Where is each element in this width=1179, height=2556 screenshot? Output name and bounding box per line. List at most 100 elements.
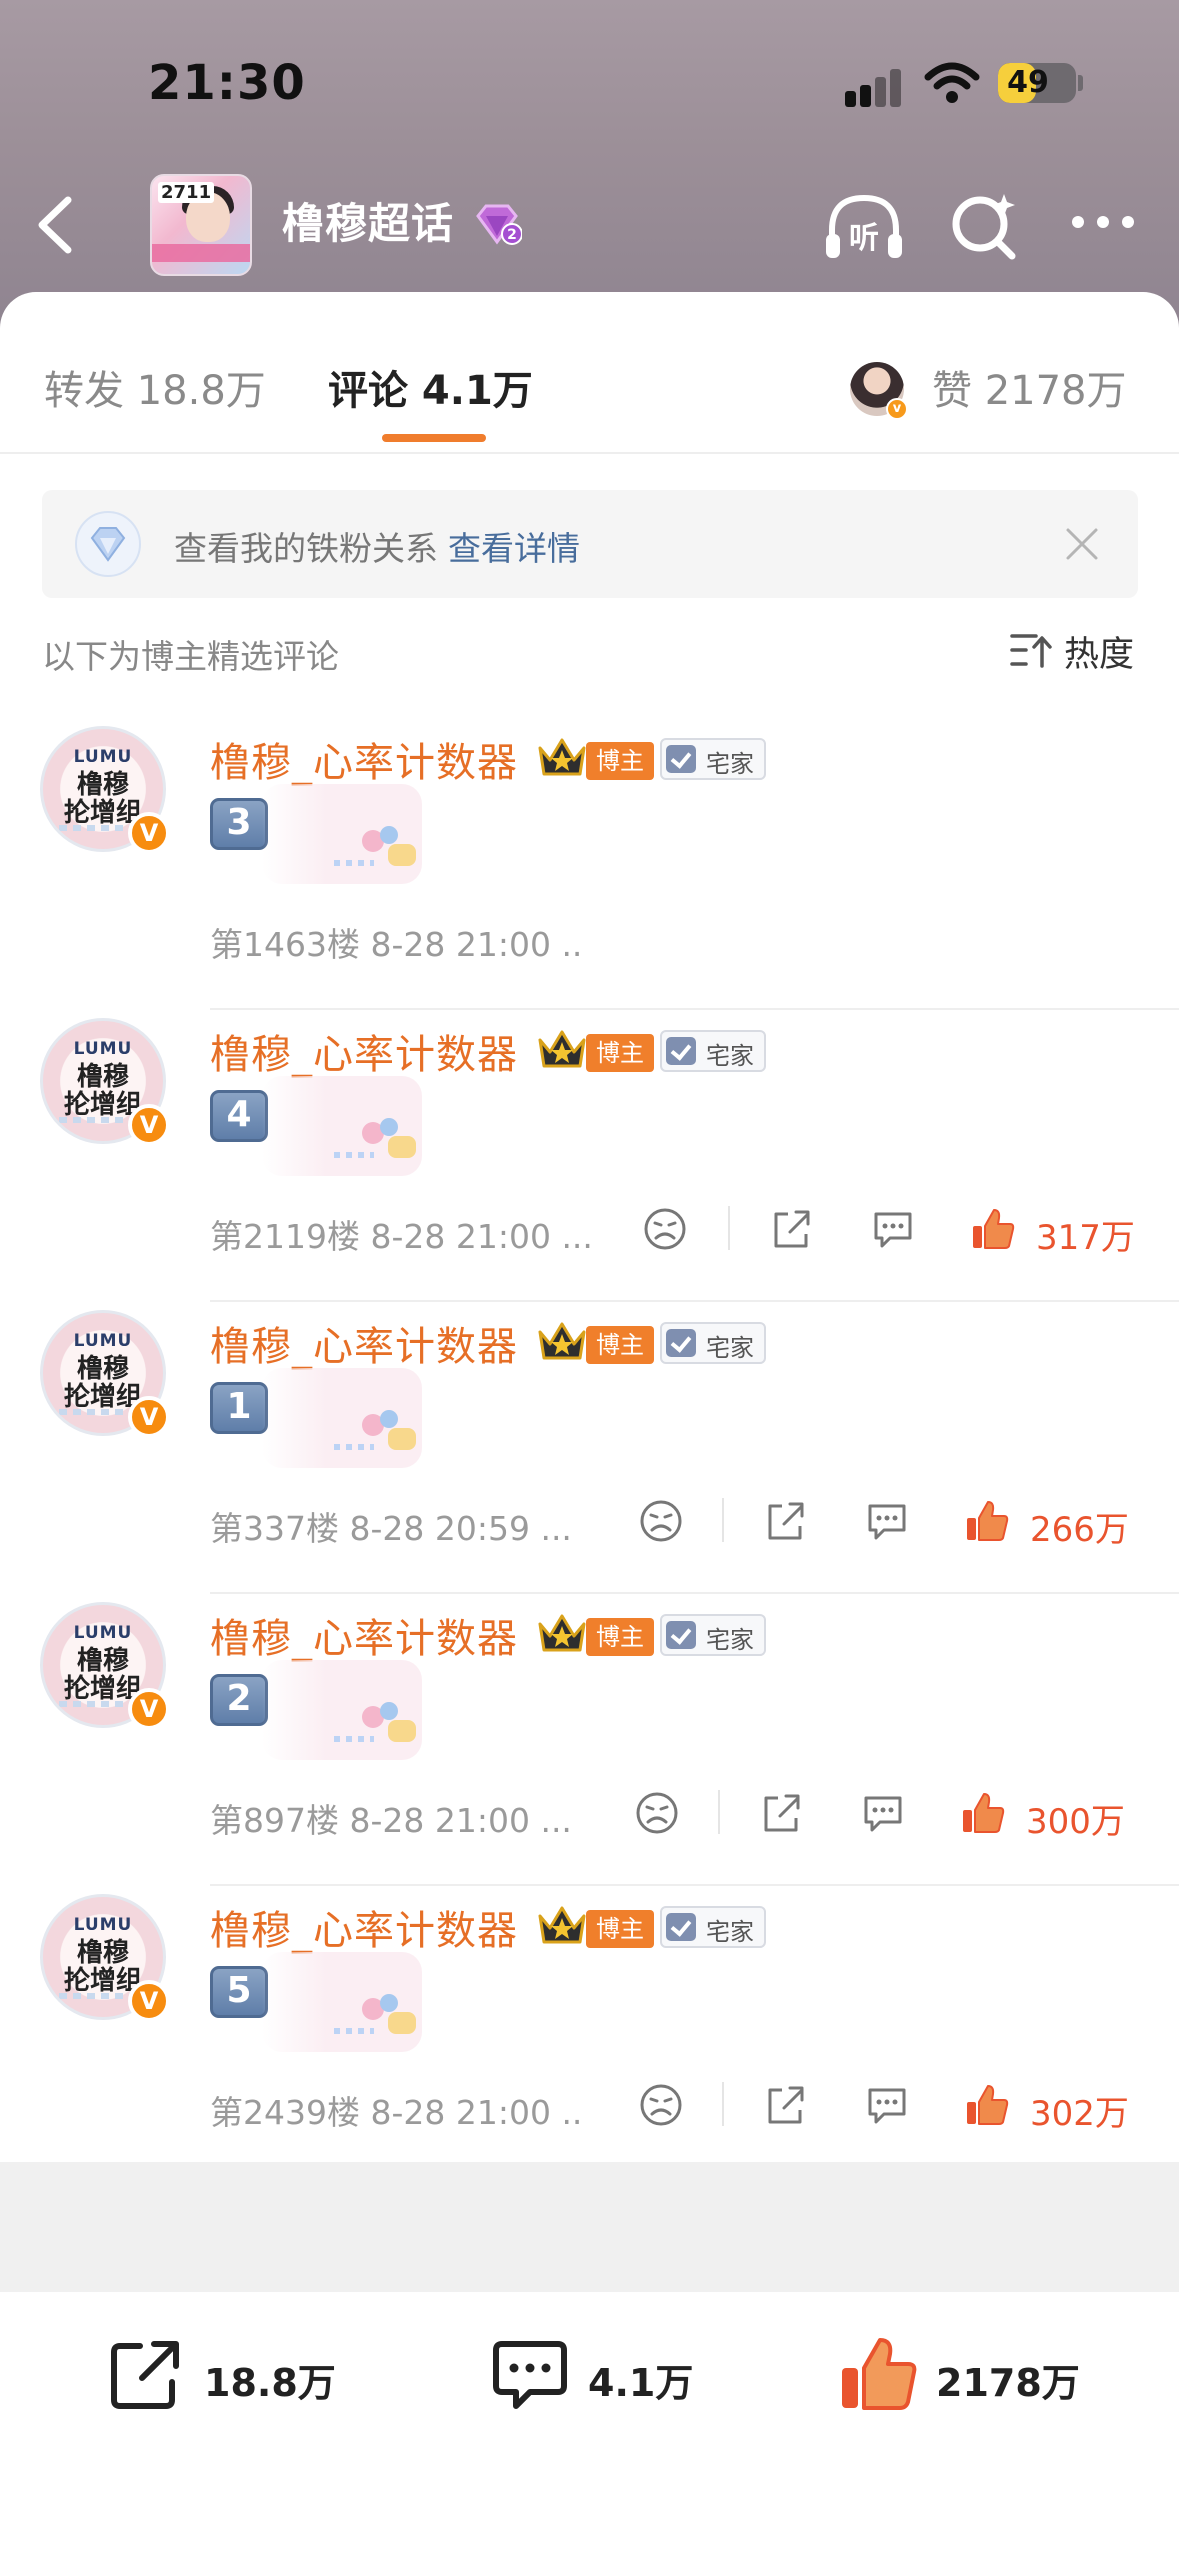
comment-item[interactable]: LUMU 橹穆 抡增组 V 橹穆_心率计数器 博主 宅家 2 第897楼 8-2… (0, 1602, 1179, 1894)
share-icon[interactable] (760, 1496, 810, 1546)
comment-icon[interactable] (862, 2080, 912, 2130)
blogger-badge: 博主 (586, 1326, 654, 1364)
status-time: 21:30 (148, 55, 306, 111)
battery-level: 49 (1007, 65, 1049, 100)
comment-meta: 第897楼 8-28 21:00 ... (210, 1801, 572, 1840)
like-icon[interactable] (968, 1204, 1018, 1254)
zhaijia-label: 宅家 (706, 1626, 754, 1654)
zhaijia-badge: 宅家 (660, 1614, 766, 1656)
like-icon[interactable] (962, 1496, 1012, 1546)
sticker-image[interactable] (262, 1076, 422, 1176)
avatar-text-top: LUMU (73, 1331, 133, 1351)
dislike-icon[interactable] (636, 2080, 686, 2130)
comment-item[interactable]: LUMU 橹穆 抡增组 V 橹穆_心率计数器 博主 宅家 5 第2439楼 8-… (0, 1894, 1179, 2186)
sticker-balloon (380, 1410, 398, 1428)
blogger-badge: 博主 (586, 1618, 654, 1656)
comment-icon[interactable] (858, 1788, 908, 1838)
comment-icon[interactable] (862, 1496, 912, 1546)
comment-panel: 转发 18.8万 评论 4.1万 v 赞 2178万 查看我的铁粉关系 查看详情 … (0, 292, 1179, 2162)
action-separator (722, 1498, 724, 1542)
bottom-comment-count: 4.1万 (588, 2361, 694, 2405)
fan-banner-label: 查看我的铁粉关系 (174, 529, 438, 568)
liker-avatar[interactable]: v (850, 362, 908, 420)
avatar-text-line2: 橹穆 (76, 1938, 129, 1968)
sticker-balloon (380, 1994, 398, 2012)
like-icon (842, 2338, 917, 2410)
crown-icon (538, 1614, 586, 1652)
close-icon[interactable] (1060, 522, 1104, 566)
fan-banner-link[interactable]: 查看详情 (448, 529, 580, 568)
sticker-image[interactable] (262, 784, 422, 884)
commenter-name[interactable]: 橹穆_心率计数器 (210, 1022, 518, 1080)
sort-icon[interactable] (1010, 632, 1052, 670)
sort-button[interactable]: 热度 (1064, 626, 1134, 677)
share-icon[interactable] (766, 1204, 816, 1254)
sticker-image[interactable] (262, 1368, 422, 1468)
selected-comments-label: 以下为博主精选评论 (42, 637, 339, 676)
commenter-name[interactable]: 橹穆_心率计数器 (210, 1314, 518, 1372)
tab-comments[interactable]: 评论 4.1万 (328, 358, 533, 416)
check-icon (666, 1913, 696, 1941)
commenter-name[interactable]: 橹穆_心率计数器 (210, 1898, 518, 1956)
sticker-cake (388, 1428, 416, 1450)
like-icon[interactable] (962, 2080, 1012, 2130)
diamond-level-icon: 2 (476, 204, 522, 245)
avatar-text-top: LUMU (73, 1915, 133, 1935)
zhaijia-label: 宅家 (706, 1042, 754, 1070)
sticker-cake (388, 1720, 416, 1742)
topic-thumbnail[interactable]: 2711 (150, 174, 252, 276)
search-icon[interactable] (950, 190, 1020, 260)
sticker-balloon (380, 1118, 398, 1136)
zhaijia-label: 宅家 (706, 750, 754, 778)
crown-icon (538, 1906, 586, 1944)
comment-item[interactable]: LUMU 橹穆 抡增组 V 橹穆_心率计数器 博主 宅家 3 第1463楼 8-… (0, 726, 1179, 1018)
dislike-icon[interactable] (640, 1204, 690, 1254)
tab-repost[interactable]: 转发 18.8万 (44, 358, 266, 416)
sticker-image[interactable] (262, 1952, 422, 2052)
comment-item[interactable]: LUMU 橹穆 抡增组 V 橹穆_心率计数器 博主 宅家 1 第337楼 8-2… (0, 1310, 1179, 1602)
action-separator (722, 2082, 724, 2126)
crown-icon (538, 1322, 586, 1360)
like-count: 300万 (1026, 1802, 1125, 1842)
cellular-signal-icon (845, 69, 905, 107)
dislike-icon[interactable] (632, 1788, 682, 1838)
comment-divider (210, 1592, 1179, 1594)
like-icon[interactable] (958, 1788, 1008, 1838)
page-title[interactable]: 橹穆超话 (282, 190, 454, 251)
more-icon[interactable] (1068, 212, 1138, 232)
zhaijia-badge: 宅家 (660, 1322, 766, 1364)
share-icon[interactable] (756, 1788, 806, 1838)
back-icon[interactable] (28, 192, 88, 258)
comment-icon[interactable] (868, 1204, 918, 1254)
tab-likes[interactable]: 赞 2178万 (932, 358, 1127, 416)
comment-meta: 第2119楼 8-28 21:00 ... (210, 1217, 593, 1256)
blogger-badge: 博主 (586, 1034, 654, 1072)
commenter-name[interactable]: 橹穆_心率计数器 (210, 1606, 518, 1664)
sticker-decoration (334, 1444, 374, 1450)
avatar-text-top: LUMU (73, 1623, 133, 1643)
fan-diamond-icon (75, 511, 141, 577)
status-bar: 21:30 49 (0, 55, 1179, 115)
verified-badge: V (128, 812, 170, 854)
comment-meta: 第2439楼 8-28 21:00 .. (210, 2093, 583, 2132)
like-count: 302万 (1030, 2094, 1129, 2134)
share-icon[interactable] (760, 2080, 810, 2130)
top-nav: 2711 橹穆超话 2 听 (0, 170, 1179, 280)
sticker-cake (388, 1136, 416, 1158)
check-icon (666, 1037, 696, 1065)
avatar-text-line2: 橹穆 (76, 1354, 129, 1384)
active-tab-indicator (382, 434, 486, 442)
like-count: 317万 (1036, 1218, 1135, 1258)
fan-banner-text: 查看我的铁粉关系 查看详情 (174, 522, 580, 570)
verified-badge: V (128, 1980, 170, 2022)
list-end-spacer (0, 2162, 1179, 2292)
fan-relation-banner[interactable]: 查看我的铁粉关系 查看详情 (42, 490, 1138, 598)
comment-item[interactable]: LUMU 橹穆 抡增组 V 橹穆_心率计数器 博主 宅家 4 第2119楼 8-… (0, 1018, 1179, 1310)
bottom-action-bar: 18.8万 4.1万 2178万 (0, 2292, 1179, 2556)
listen-icon[interactable]: 听 (822, 190, 906, 264)
dislike-icon[interactable] (636, 1496, 686, 1546)
battery-icon: 49 (998, 63, 1076, 103)
commenter-name[interactable]: 橹穆_心率计数器 (210, 730, 518, 788)
sticker-cake (388, 2012, 416, 2034)
sticker-image[interactable] (262, 1660, 422, 1760)
